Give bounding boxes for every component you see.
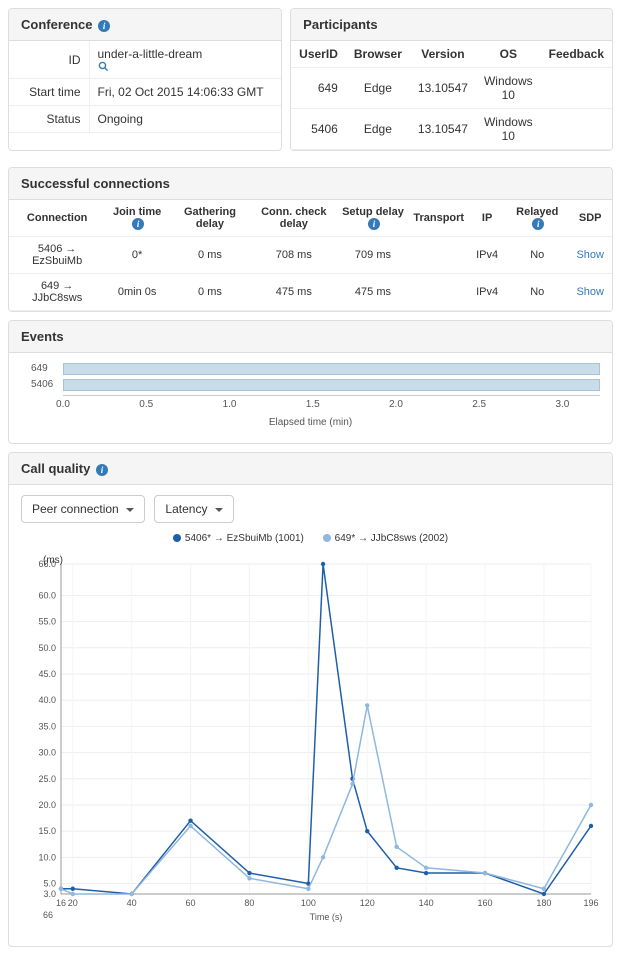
svg-text:10.0: 10.0	[38, 852, 56, 862]
participants-panel: Participants UserID Browser Version OS F…	[290, 8, 613, 151]
svg-text:140: 140	[419, 898, 434, 908]
status-value: Ongoing	[89, 106, 281, 133]
col-setup: Setup delay i	[337, 200, 410, 237]
events-bar	[63, 363, 600, 375]
events-panel: Events 649 5406 0.0 0.5 1.0 1.5 2.0 2.5 …	[8, 320, 613, 444]
svg-text:60: 60	[186, 898, 196, 908]
col-version: Version	[410, 41, 476, 68]
table-row: 649 Edge 13.10547 Windows 10	[291, 68, 612, 109]
id-label: ID	[9, 41, 89, 79]
info-icon[interactable]: i	[368, 218, 380, 230]
col-connection: Connection	[9, 200, 105, 237]
svg-text:30.0: 30.0	[38, 748, 56, 758]
info-icon[interactable]: i	[96, 464, 108, 476]
participants-table: UserID Browser Version OS Feedback 649 E…	[291, 41, 612, 150]
svg-text:20.0: 20.0	[38, 800, 56, 810]
conference-panel: Conference i ID under-a-little-dream Sta…	[8, 8, 282, 151]
col-os: OS	[476, 41, 541, 68]
svg-text:16: 16	[56, 898, 66, 908]
events-heading: Events	[9, 321, 612, 353]
svg-text:40.0: 40.0	[38, 695, 56, 705]
events-row-label: 649	[31, 363, 48, 374]
col-join: Join time i	[105, 200, 169, 237]
latency-dropdown[interactable]: Latency	[154, 495, 233, 523]
table-row: 5406 → EzSbuiMb 0* 0 ms 708 ms 709 ms IP…	[9, 237, 612, 274]
connections-header-row: Connection Join time i Gathering delay C…	[9, 200, 612, 237]
svg-text:3.0: 3.0	[43, 889, 56, 899]
col-transport: Transport	[409, 200, 468, 237]
col-relayed: Relayed i	[506, 200, 568, 237]
svg-text:180: 180	[536, 898, 551, 908]
col-feedback: Feedback	[541, 41, 612, 68]
svg-text:60.0: 60.0	[38, 591, 56, 601]
svg-text:50.0: 50.0	[38, 643, 56, 653]
events-axis: 0.0 0.5 1.0 1.5 2.0 2.5 3.0	[63, 395, 600, 415]
svg-text:15.0: 15.0	[38, 826, 56, 836]
svg-text:35.0: 35.0	[38, 721, 56, 731]
events-xlabel: Elapsed time (min)	[21, 417, 600, 428]
search-icon[interactable]	[98, 61, 274, 72]
col-sdp: SDP	[568, 200, 612, 237]
chart-legend: 5406* → EzSbuiMb (1001) 649* → JJbC8sws …	[9, 533, 612, 544]
info-icon[interactable]: i	[98, 20, 110, 32]
info-icon[interactable]: i	[132, 218, 144, 230]
col-gather: Gathering delay	[169, 200, 251, 237]
svg-text:80: 80	[244, 898, 254, 908]
quality-panel: Call quality i Peer connection Latency 5…	[8, 452, 613, 947]
connections-panel: Successful connections Connection Join t…	[8, 167, 613, 312]
svg-text:160: 160	[477, 898, 492, 908]
col-ip: IP	[468, 200, 506, 237]
start-value: Fri, 02 Oct 2015 14:06:33 GMT	[89, 79, 281, 106]
status-label: Status	[9, 106, 89, 133]
chevron-down-icon	[215, 508, 223, 512]
svg-text:120: 120	[360, 898, 375, 908]
latency-chart: 3.05.0 10.0 15.0 20.0 25.0 30.0 35.0 40.0 45.0 50…	[21, 554, 600, 934]
svg-text:196: 196	[583, 898, 598, 908]
svg-text:40: 40	[127, 898, 137, 908]
show-sdp-link[interactable]: Show	[576, 249, 604, 261]
show-sdp-link[interactable]: Show	[576, 286, 604, 298]
peer-connection-dropdown[interactable]: Peer connection	[21, 495, 145, 523]
chevron-down-icon	[126, 508, 134, 512]
col-browser: Browser	[346, 41, 410, 68]
connections-table: Connection Join time i Gathering delay C…	[9, 200, 612, 311]
events-chart: 649 5406 0.0 0.5 1.0 1.5 2.0 2.5 3.0 Ela…	[21, 363, 600, 433]
svg-text:25.0: 25.0	[38, 774, 56, 784]
table-row: 5406 Edge 13.10547 Windows 10	[291, 109, 612, 150]
conference-title: Conference	[21, 17, 93, 32]
quality-heading: Call quality i	[9, 453, 612, 485]
col-check: Conn. check delay	[251, 200, 337, 237]
svg-text:Time (s): Time (s)	[310, 912, 343, 922]
svg-text:(ms): (ms)	[43, 555, 63, 566]
svg-text:5.0: 5.0	[43, 879, 56, 889]
conference-heading: Conference i	[9, 9, 281, 41]
svg-text:100: 100	[301, 898, 316, 908]
svg-text:66: 66	[43, 910, 53, 920]
conference-table: ID under-a-little-dream Start time Fri, …	[9, 41, 281, 133]
participants-heading: Participants	[291, 9, 612, 41]
conference-id-value: under-a-little-dream	[98, 47, 203, 61]
start-label: Start time	[9, 79, 89, 106]
participants-header-row: UserID Browser Version OS Feedback	[291, 41, 612, 68]
chart-svg: 3.05.0 10.0 15.0 20.0 25.0 30.0 35.0 40.0 45.0 50…	[21, 554, 601, 924]
svg-text:55.0: 55.0	[38, 617, 56, 627]
events-bar	[63, 379, 600, 391]
table-row: 649 → JJbC8sws 0min 0s 0 ms 475 ms 475 m…	[9, 274, 612, 311]
connections-heading: Successful connections	[9, 168, 612, 200]
events-row-label: 5406	[31, 379, 53, 390]
info-icon[interactable]: i	[532, 218, 544, 230]
svg-text:45.0: 45.0	[38, 669, 56, 679]
col-userid: UserID	[291, 41, 346, 68]
svg-text:20: 20	[68, 898, 78, 908]
